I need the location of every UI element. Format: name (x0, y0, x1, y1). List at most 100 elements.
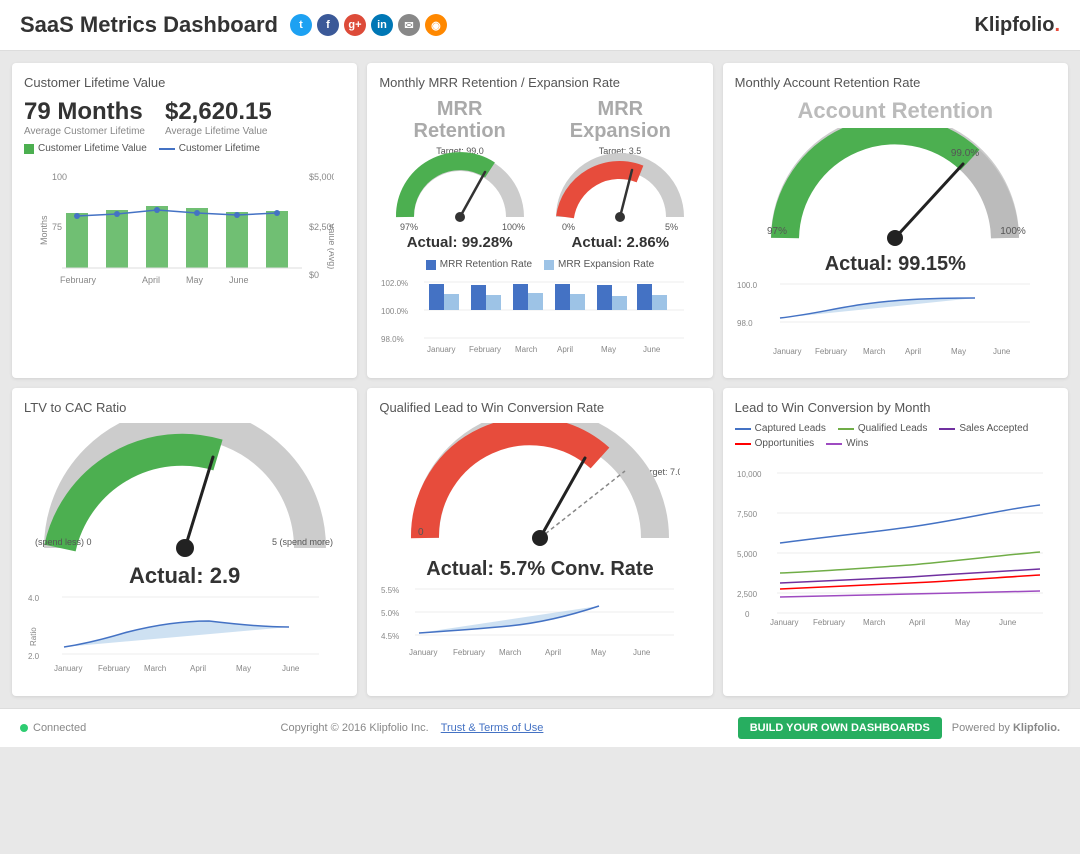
ltv-cac-title: LTV to CAC Ratio (24, 400, 345, 415)
svg-text:June: June (229, 275, 249, 285)
svg-text:May: May (955, 618, 970, 627)
svg-text:100%: 100% (502, 222, 525, 232)
clv-legend: Customer Lifetime Value Customer Lifetim… (24, 143, 345, 154)
svg-text:April: April (545, 648, 561, 657)
mrr-retention-label: MRRRetention (414, 98, 506, 142)
svg-text:100.0: 100.0 (737, 281, 758, 290)
svg-text:January: January (770, 618, 798, 627)
lead-win-title: Lead to Win Conversion by Month (735, 400, 1056, 415)
svg-text:May: May (601, 345, 616, 354)
legend-opportunities: Opportunities (735, 438, 814, 449)
trust-link[interactable]: Trust & Terms of Use (441, 722, 544, 734)
mrr-bar-chart: 102.0% 100.0% 98.0% (379, 274, 700, 364)
lead-conv-chart-svg: 5.5% 5.0% 4.5% January February March Ap… (379, 581, 689, 661)
card-lead-conversion: Qualified Lead to Win Conversion Rate Ta… (367, 388, 712, 696)
svg-text:100%: 100% (1001, 226, 1027, 237)
svg-text:June: June (999, 618, 1017, 627)
svg-text:March: March (515, 345, 537, 354)
svg-text:102.0%: 102.0% (381, 279, 408, 288)
sales-line (939, 428, 955, 430)
svg-text:97%: 97% (400, 222, 418, 232)
clv-svg: 100 75 Months $5,000 $2,500 $0 Value (Av… (24, 158, 334, 298)
lead-conversion-actual: Actual: 5.7% Conv. Rate (379, 558, 700, 581)
google-icon[interactable]: g+ (344, 14, 366, 36)
svg-text:May: May (186, 275, 204, 285)
cl-legend-line (159, 148, 175, 150)
lead-conv-svg: Target: 7.0% 0 (400, 423, 680, 563)
facebook-icon[interactable]: f (317, 14, 339, 36)
ltv-cac-gauge-area: Target: 3.0 (spend less) 0 5 (spend more… (24, 423, 345, 589)
rss-icon[interactable]: ◉ (425, 14, 447, 36)
svg-text:January: January (427, 345, 455, 354)
svg-text:June: June (993, 347, 1011, 356)
svg-text:February: February (813, 618, 845, 627)
svg-text:April: April (905, 347, 921, 356)
ltv-cac-chart-svg: 4.0 2.0 Ratio January February March Apr… (24, 589, 334, 679)
svg-text:5,000: 5,000 (737, 550, 758, 559)
legend-captured: Captured Leads (735, 423, 826, 434)
linkedin-icon[interactable]: in (371, 14, 393, 36)
legend-mrr-expansion: MRR Expansion Rate (544, 259, 654, 270)
svg-text:June: June (633, 648, 651, 657)
svg-text:April: April (557, 345, 573, 354)
svg-text:2,500: 2,500 (737, 590, 758, 599)
clv-legend-dot (24, 144, 34, 154)
clv-value-stat: $2,620.15 Average Lifetime Value (165, 98, 272, 137)
svg-text:Value (Avg): Value (Avg) (327, 223, 334, 269)
svg-text:4.5%: 4.5% (381, 632, 399, 641)
svg-text:7,500: 7,500 (737, 510, 758, 519)
mrr-expansion-actual: Actual: 2.86% (572, 234, 670, 251)
mrr-expansion-label: MRRExpansion (570, 98, 671, 142)
powered-by-label: Powered by Klipfolio. (952, 722, 1060, 734)
ltv-cac-chart: 4.0 2.0 Ratio January February March Apr… (24, 589, 345, 684)
svg-text:January: January (409, 648, 437, 657)
account-retention-title: Monthly Account Retention Rate (735, 75, 1056, 90)
legend-sales: Sales Accepted (939, 423, 1028, 434)
svg-text:97%: 97% (767, 226, 787, 237)
mrr-expansion-gauge: MRRExpansion Target: 3.5 0% 5% Actual: 2… (550, 98, 690, 251)
lead-win-legend: Captured Leads Qualified Leads Sales Acc… (735, 423, 1056, 449)
svg-text:0: 0 (745, 610, 750, 619)
footer: Connected Copyright © 2016 Klipfolio Inc… (0, 708, 1080, 747)
mrr-retention-gauge: MRRRetention Target: 99.0 97% 100% Actua… (390, 98, 530, 251)
mrr-legend: MRR Retention Rate MRR Expansion Rate (379, 259, 700, 270)
svg-text:5.0%: 5.0% (381, 609, 399, 618)
legend-clv: Customer Lifetime Value (24, 143, 147, 154)
svg-text:5.5%: 5.5% (381, 586, 399, 595)
mrr-expansion-svg: Target: 3.5 0% 5% (550, 142, 690, 232)
svg-text:February: February (815, 347, 847, 356)
mrr-retention-actual: Actual: 99.28% (407, 234, 513, 251)
svg-text:0%: 0% (562, 222, 575, 232)
wins-line (826, 443, 842, 445)
twitter-icon[interactable]: t (290, 14, 312, 36)
svg-text:January: January (54, 664, 82, 673)
svg-text:$0: $0 (309, 270, 319, 280)
mrr-title: Monthly MRR Retention / Expansion Rate (379, 75, 700, 90)
footer-connected: Connected (20, 722, 86, 734)
build-dashboards-button[interactable]: BUILD YOUR OWN DASHBOARDS (738, 717, 942, 739)
social-icons: t f g+ in ✉ ◉ (290, 14, 447, 36)
email-icon[interactable]: ✉ (398, 14, 420, 36)
svg-text:March: March (863, 347, 885, 356)
svg-text:75: 75 (52, 222, 62, 232)
svg-text:April: April (142, 275, 160, 285)
svg-text:April: April (190, 664, 206, 673)
lead-win-chart: 10,000 7,500 5,000 2,500 0 (735, 455, 1056, 640)
card-ltv-cac: LTV to CAC Ratio Target: 3.0 (spend less… (12, 388, 357, 696)
svg-text:February: February (453, 648, 485, 657)
svg-text:June: June (282, 664, 300, 673)
mrr-gauges: MRRRetention Target: 99.0 97% 100% Actua… (379, 98, 700, 251)
card-mrr: Monthly MRR Retention / Expansion Rate M… (367, 63, 712, 378)
qualified-line (838, 428, 854, 430)
mrr-bar-svg: 102.0% 100.0% 98.0% (379, 274, 689, 359)
svg-text:4.0: 4.0 (28, 594, 40, 603)
lead-conversion-gauge-area: Target: 7.0% 0 (379, 423, 700, 568)
svg-text:5%: 5% (665, 222, 678, 232)
footer-right: BUILD YOUR OWN DASHBOARDS Powered by Kli… (738, 717, 1060, 739)
legend-wins: Wins (826, 438, 868, 449)
svg-text:0: 0 (418, 527, 424, 538)
lead-conversion-chart: 5.5% 5.0% 4.5% January February March Ap… (379, 581, 700, 666)
svg-text:March: March (499, 648, 521, 657)
mrr-exp-dot (544, 260, 554, 270)
legend-qualified: Qualified Leads (838, 423, 928, 434)
